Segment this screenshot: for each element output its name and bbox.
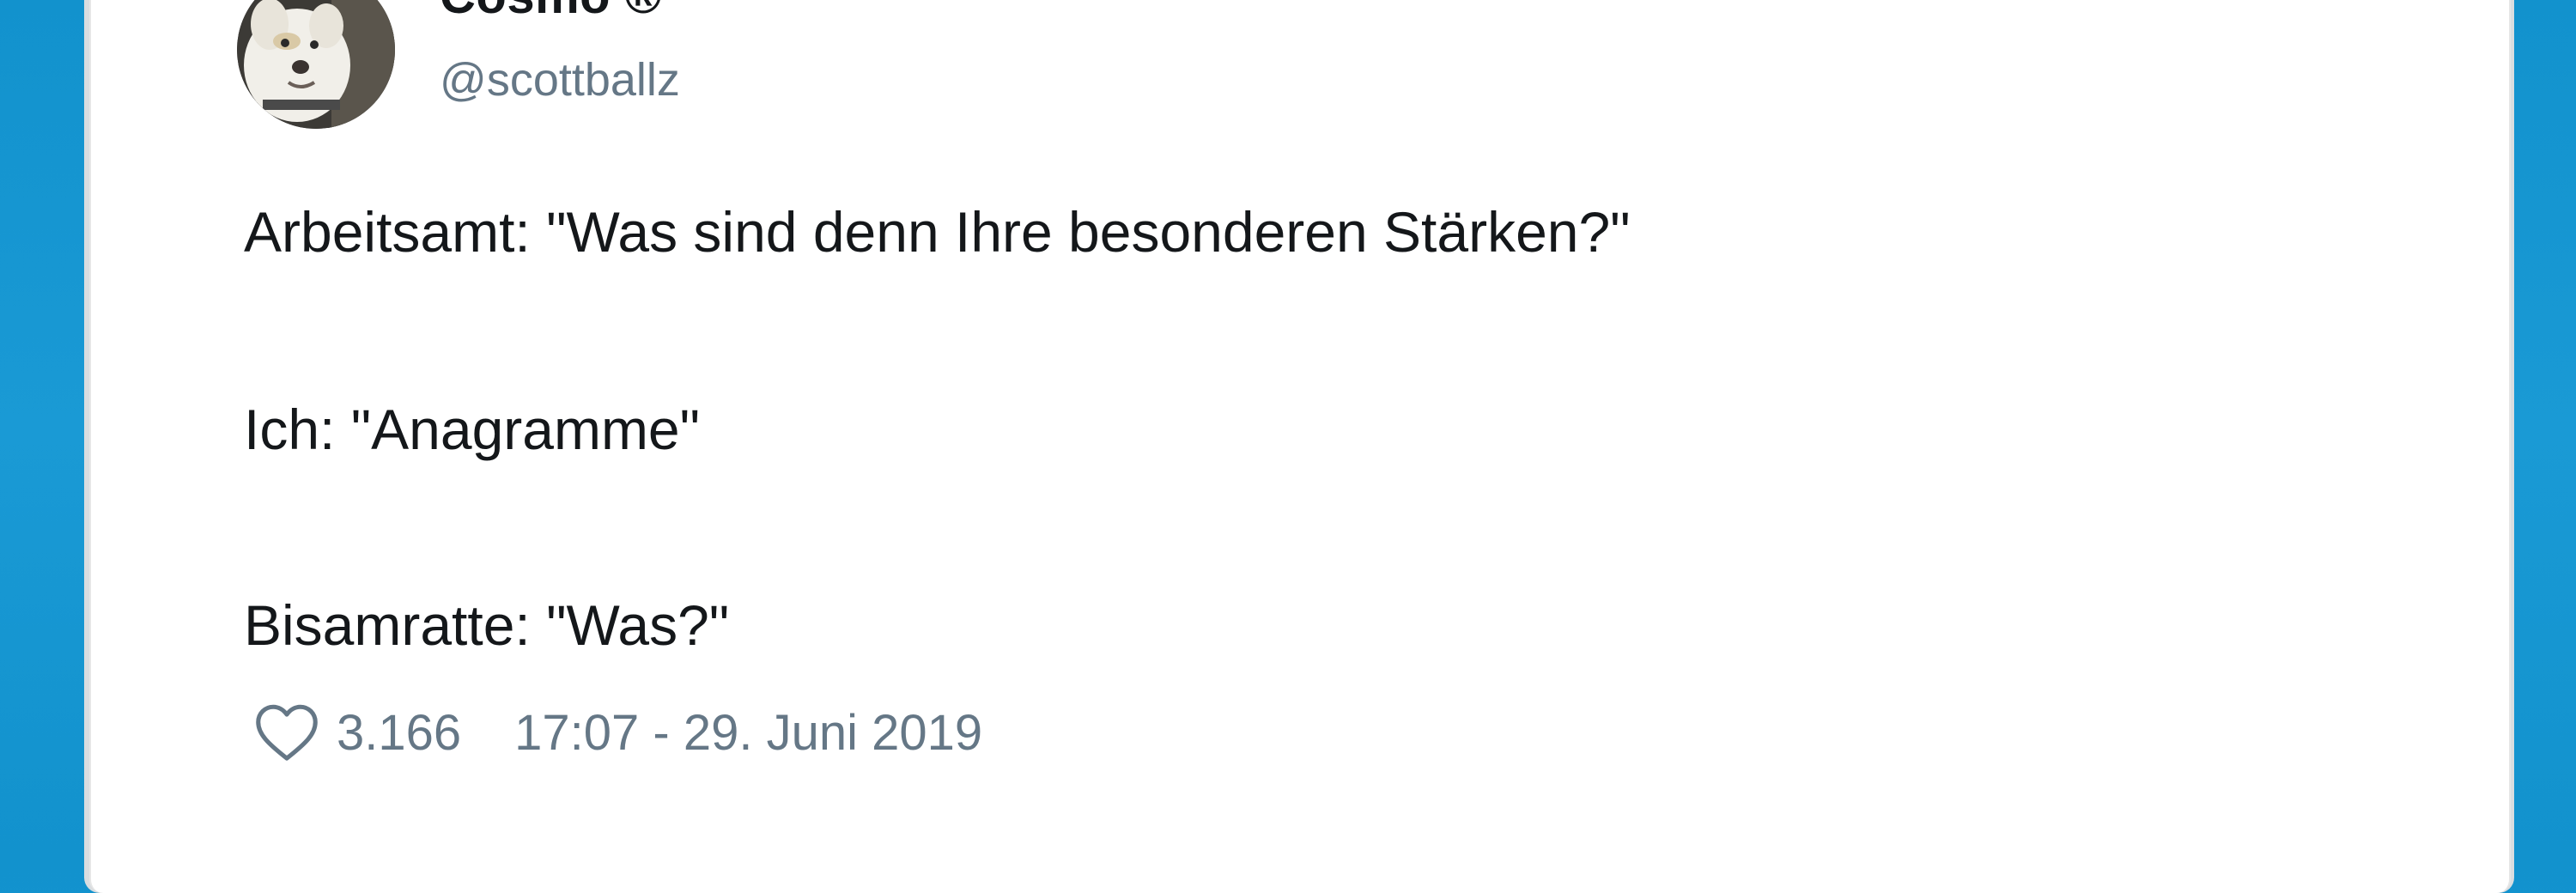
- tweet-screenshot: Cosmo ® @scottballz Arbeitsamt: "Was sin…: [0, 0, 2576, 893]
- tweet-footer: 3.166 17:07 - 29. Juni 2019: [254, 694, 982, 771]
- tweet-text-line-3: Bisamratte: "Was?": [244, 593, 730, 657]
- tweet-timestamp[interactable]: 17:07 - 29. Juni 2019: [514, 704, 982, 762]
- like-count: 3.166: [337, 704, 462, 761]
- display-name[interactable]: Cosmo ®: [440, 0, 662, 25]
- tweet-text-line-2: Ich: "Anagramme": [244, 398, 701, 461]
- user-handle[interactable]: @scottballz: [440, 53, 680, 106]
- heart-icon[interactable]: [254, 702, 319, 762]
- tweet-text-line-1: Arbeitsamt: "Was sind denn Ihre besonder…: [244, 200, 1631, 264]
